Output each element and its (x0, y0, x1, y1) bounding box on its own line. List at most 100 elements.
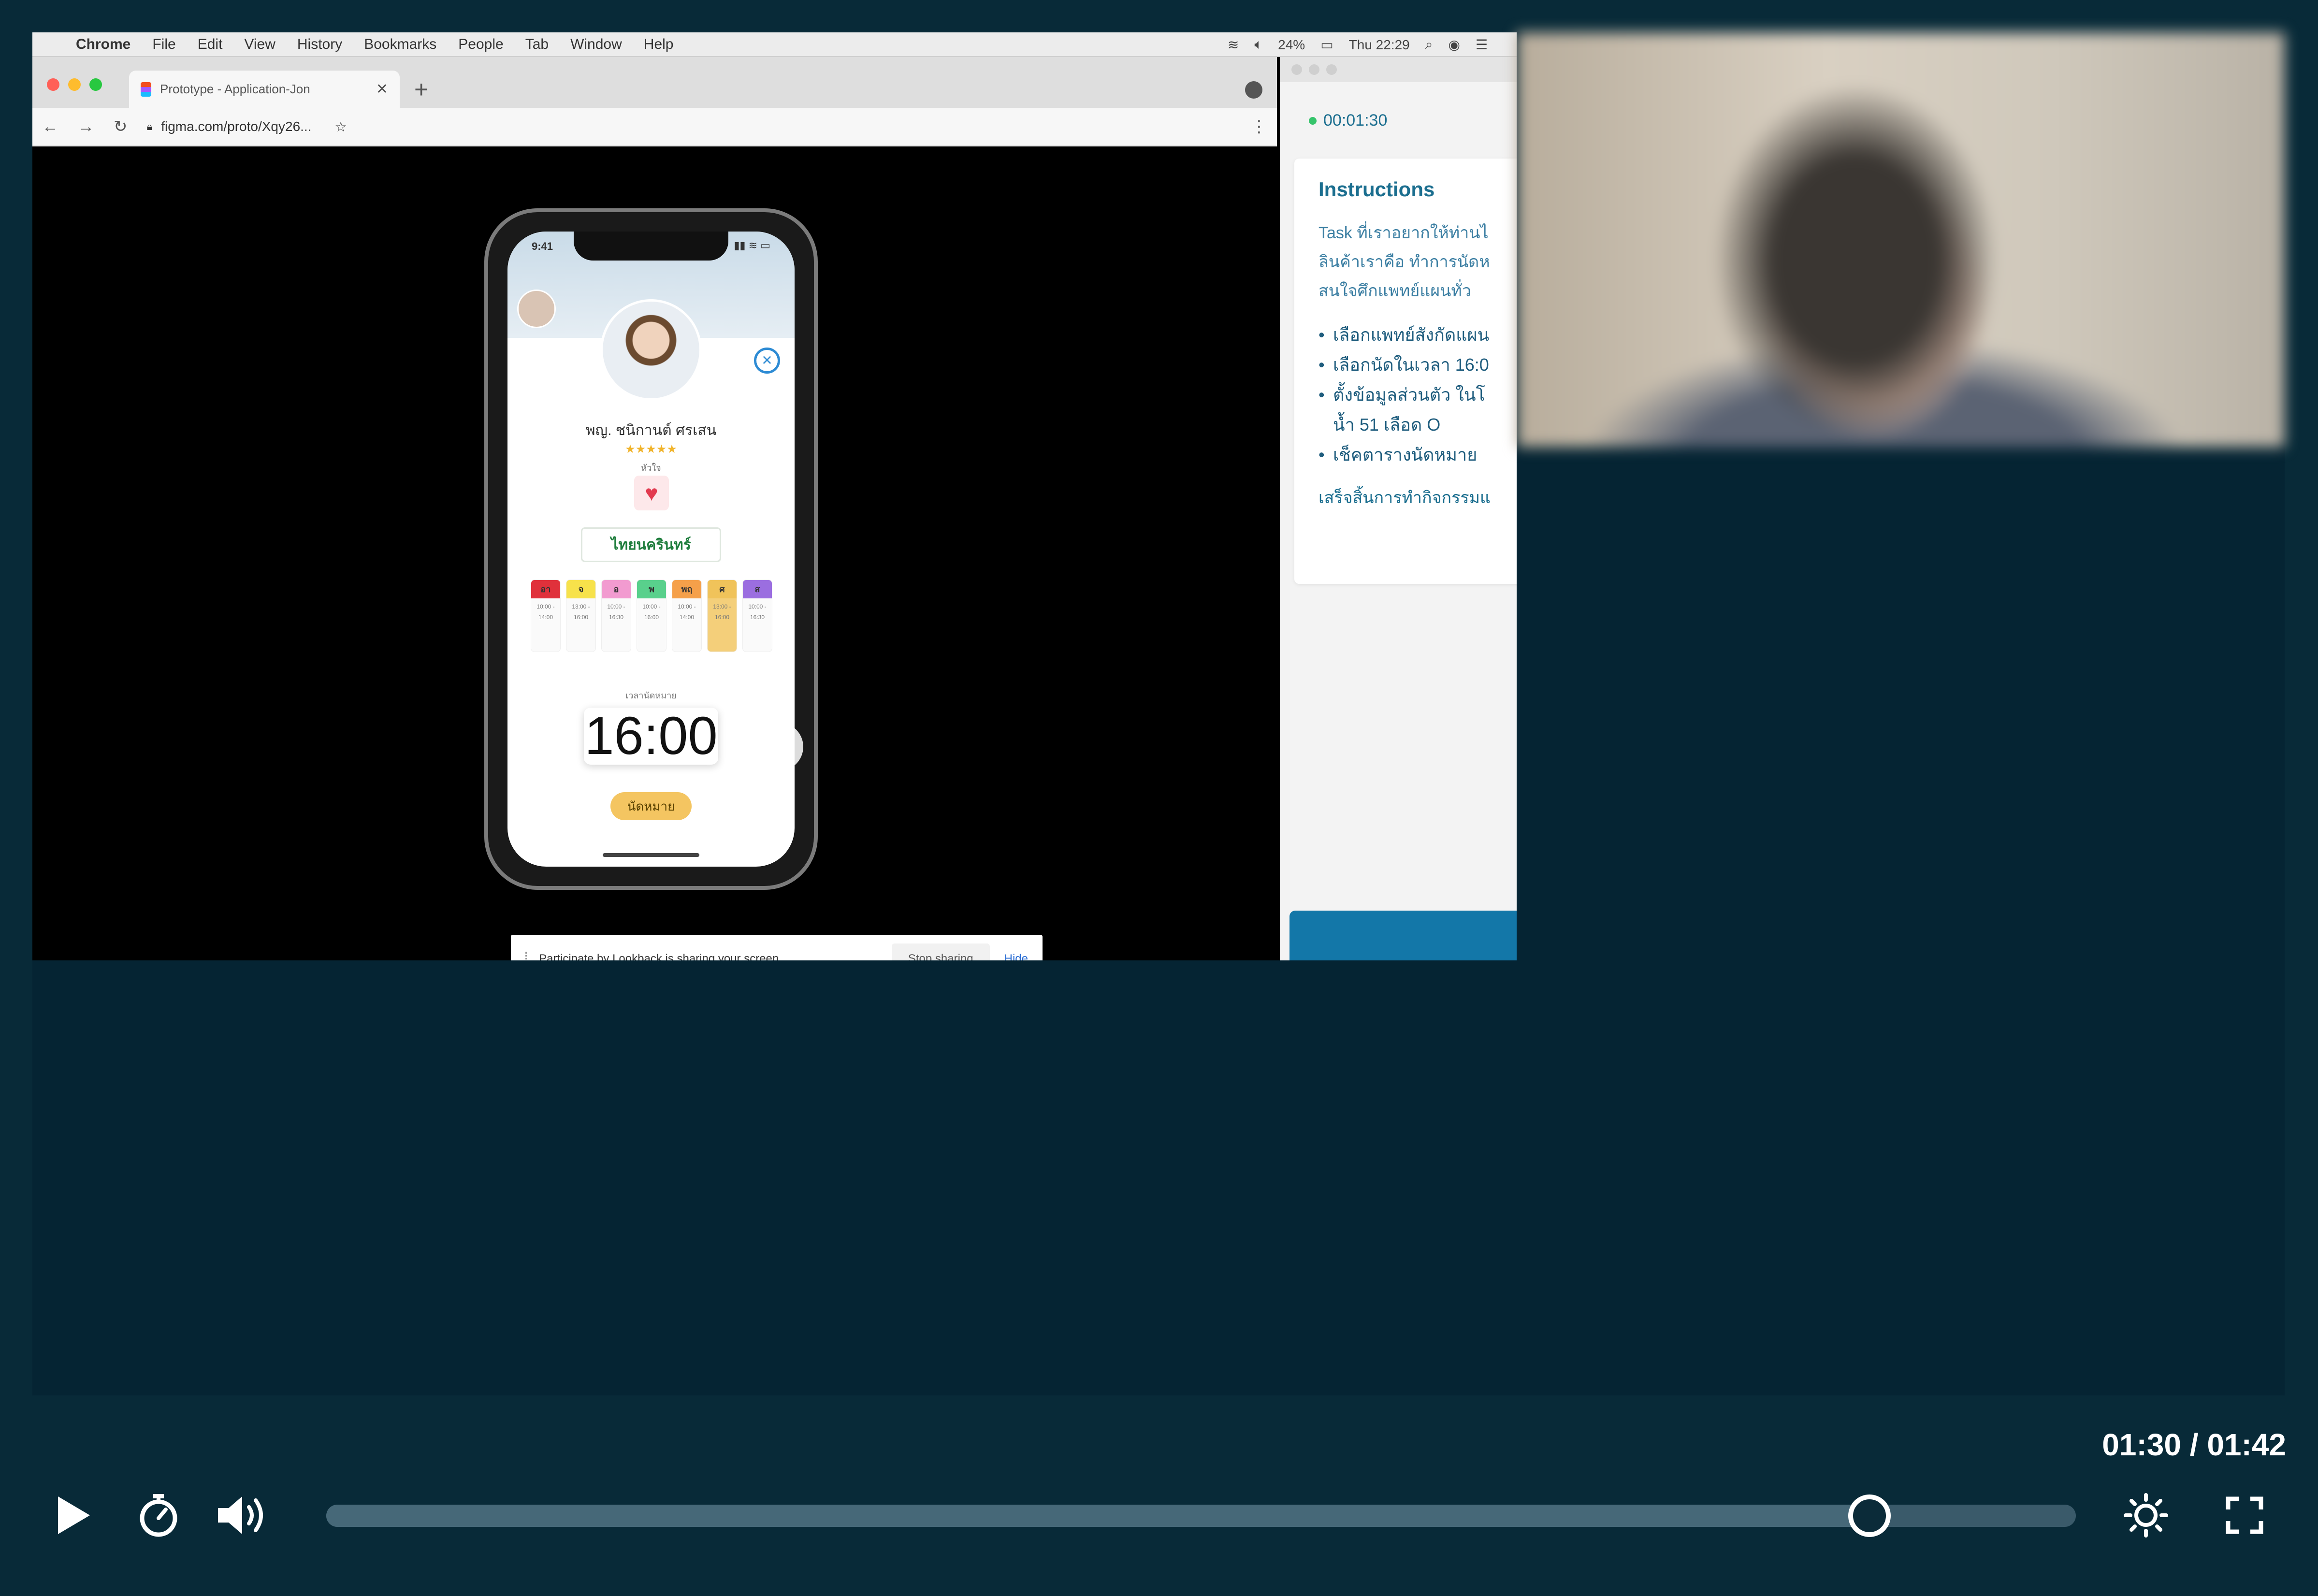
time-caption: เวลานัดหมาย (625, 691, 677, 700)
instructions-footer: เสร็จสิ้นการทำกิจกรรมแ (1318, 489, 1491, 507)
day-tag: พ (637, 580, 666, 598)
menu-tab: Tab (525, 36, 549, 52)
new-tab-icon: + (414, 76, 429, 103)
recording-dot-icon (1309, 116, 1317, 125)
drag-grip-icon (525, 952, 529, 960)
day-tag: อ (602, 580, 631, 598)
task-item: เลือกนัดในเวลา 16:0 (1318, 350, 1517, 380)
scroll-handle (755, 723, 803, 771)
day-column: พฤ 10:00 - 14:00 (672, 580, 702, 652)
progress-thumb[interactable] (1848, 1494, 1891, 1537)
current-time: 01:30 (2102, 1427, 2181, 1462)
day-tag: อา (531, 580, 560, 598)
figma-icon (141, 82, 151, 97)
stop-sharing-button: Stop sharing (891, 943, 990, 960)
extension-icon (1245, 81, 1262, 99)
participant-webcam (1517, 32, 2285, 447)
menu-app: Chrome (76, 36, 131, 52)
siri-icon: ◉ (1448, 37, 1460, 52)
progress-bar[interactable] (326, 1494, 2076, 1537)
task-item: เลือกแพทย์สังกัดแผน (1318, 320, 1517, 350)
task-item: น้ำ 51 เลือด O (1333, 415, 1441, 435)
tab-title: Prototype - Application-Jon (160, 82, 310, 96)
recording-timer: 00:01:30 (1309, 111, 1387, 130)
panel-dot-icon (1309, 64, 1319, 75)
day-column: อ 10:00 - 16:30 (601, 580, 631, 652)
fullscreen-button[interactable] (2216, 1484, 2274, 1547)
notification-center-icon: ☰ (1475, 37, 1488, 52)
menu-file: File (152, 36, 176, 52)
bookmark-star-icon: ☆ (334, 119, 347, 134)
browser-tab: Prototype - Application-Jon ✕ (129, 71, 400, 108)
lock-icon: 🔒︎ (146, 120, 153, 132)
stopwatch-icon (140, 1494, 177, 1537)
menu-help: Help (643, 36, 674, 52)
window-controls (47, 78, 102, 91)
hospital-logo: ไทยนครินทร์ (581, 527, 721, 562)
phone-mockup: 9:41 ▮▮ ≋ ▭ ✕ พญ. ชนิกานต์ ศรเสน ★★★★★ ห… (484, 208, 818, 890)
time-readout: 01:30 / 01:42 (2102, 1427, 2286, 1462)
close-window-icon (47, 78, 59, 91)
menubar-status: ≋ 🔈︎ 24% ▭ Thu 22:29 ⌕ ◉ ☰ (1228, 32, 1488, 57)
battery-level: 24% (1278, 37, 1305, 52)
panel-action-button (1289, 911, 1517, 960)
menu-people: People (458, 36, 504, 52)
day-column: ส 10:00 - 16:30 (742, 580, 772, 652)
brightness-button[interactable] (2117, 1484, 2175, 1547)
panel-titlebar (1280, 57, 1517, 82)
sharing-message: Participate by Lookback is sharing your … (539, 952, 782, 960)
wifi-icon: ≋ (1227, 37, 1239, 52)
video-stage[interactable]: Chrome File Edit View History Bookmarks … (32, 32, 2285, 1395)
address-bar: 🔒︎ figma.com/proto/Xqy26... ☆ (147, 119, 347, 135)
home-indicator (603, 853, 699, 857)
phone-screen: 9:41 ▮▮ ≋ ▭ ✕ พญ. ชนิกานต์ ศรเสน ★★★★★ ห… (507, 232, 795, 867)
menu-bookmarks: Bookmarks (364, 36, 437, 52)
day-tag: จ (566, 580, 595, 598)
hide-link: Hide (1004, 952, 1028, 960)
battery-icon: ▭ (1320, 37, 1333, 52)
playback-speed-button[interactable] (130, 1484, 188, 1547)
hospital-name: ไทยนครินทร์ (611, 537, 691, 553)
day-tag: ส (743, 580, 772, 598)
figma-prototype-viewport: 9:41 ▮▮ ≋ ▭ ✕ พญ. ชนิกานต์ ศรเสน ★★★★★ ห… (32, 146, 1277, 960)
day-column: พ 10:00 - 16:00 (637, 580, 666, 652)
back-icon: ← (42, 117, 58, 136)
reload-icon: ↻ (114, 117, 128, 136)
schedule-days: อา 10:00 - 14:00 จ 13:00 - 16:00 อ 10:00 - 16… (531, 580, 772, 652)
total-time: 01:42 (2207, 1427, 2286, 1462)
heart-icon: ♥ (634, 476, 669, 510)
day-column: จ 13:00 - 16:00 (566, 580, 596, 652)
zoom-window-icon (89, 78, 102, 91)
specialty-label: หัวใจ (641, 463, 661, 473)
day-tag: ศ (708, 580, 737, 598)
close-icon: ✕ (754, 348, 780, 374)
lookback-panel: 00:01:30 Instructions Task ที่เราอยากให้… (1280, 57, 1517, 960)
forward-icon: → (78, 117, 94, 136)
day-hours: 10:00 - 16:30 (607, 603, 625, 621)
mac-menubar: Chrome File Edit View History Bookmarks … (32, 32, 1517, 57)
day-column: อา 10:00 - 14:00 (531, 580, 561, 652)
task-list: เลือกแพทย์สังกัดแผนเลือกนัดในเวลา 16:0ตั… (1318, 320, 1517, 470)
timer-text: 00:01:30 (1323, 111, 1388, 130)
day-tag: พฤ (672, 580, 701, 598)
phone-signal-icon: ▮▮ ≋ ▭ (734, 239, 770, 251)
day-column: ศ 13:00 - 16:00 (707, 580, 737, 652)
play-button[interactable] (44, 1484, 102, 1547)
screen-sharing-bar: Participate by Lookback is sharing your … (511, 935, 1043, 960)
chrome-window: Prototype - Application-Jon ✕ + ← → ↻ 🔒︎… (32, 57, 1277, 960)
spotlight-icon: ⌕ (1425, 37, 1433, 52)
instructions-title: Instructions (1318, 178, 1435, 201)
day-hours: 13:00 - 16:00 (572, 603, 590, 621)
intro-line: ลินค้าเราคือ ทำการนัดห (1318, 253, 1490, 271)
task-item: ตั้งข้อมูลส่วนตัว ในโ (1318, 380, 1517, 410)
phone-notch (574, 232, 728, 261)
phone-status-time: 9:41 (532, 240, 553, 252)
player-controls (0, 1484, 2318, 1547)
task-item: เช็คตารางนัดหมาย (1318, 440, 1517, 470)
volume-button[interactable] (213, 1484, 271, 1547)
speaker-icon: 🔈︎ (1254, 37, 1263, 52)
url-text: figma.com/proto/Xqy26... (161, 119, 312, 134)
instructions-intro: Task ที่เราอยากให้ท่านไ ลินค้าเราคือ ทำกา… (1318, 218, 1517, 305)
tab-close-icon: ✕ (376, 81, 388, 97)
screen-recording: Chrome File Edit View History Bookmarks … (32, 32, 1517, 960)
